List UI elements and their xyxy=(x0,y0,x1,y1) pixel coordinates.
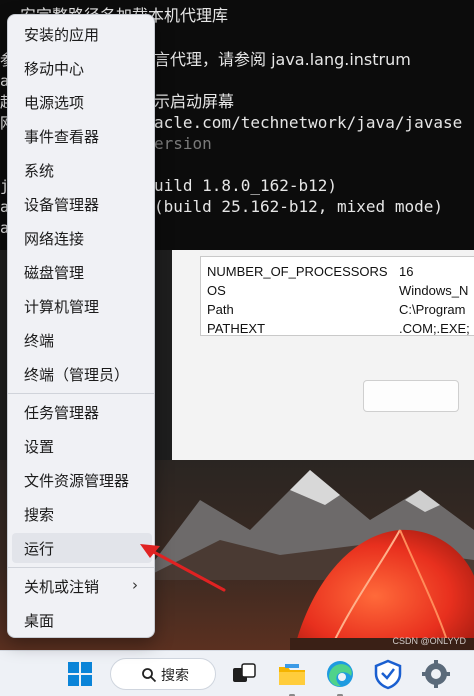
menu-separator xyxy=(8,393,154,394)
winx-context-menu: 安装的应用 移动中心 电源选项 事件查看器 系统 设备管理器 网络连接 磁盘管理… xyxy=(7,14,155,638)
menu-item-label: 桌面 xyxy=(24,612,55,630)
menu-item-task-manager[interactable]: 任务管理器 xyxy=(12,397,152,427)
terminal-line: (build 25.162-b12, mixed mode) xyxy=(154,197,443,216)
csdn-watermark: CSDN @ONLYYD xyxy=(392,636,466,646)
task-view-icon[interactable] xyxy=(228,658,260,690)
menu-item-label: 磁盘管理 xyxy=(24,264,85,282)
edge-browser-icon[interactable] xyxy=(324,658,356,690)
menu-item-label: 安装的应用 xyxy=(24,26,100,44)
menu-item-terminal-admin[interactable]: 终端（管理员） xyxy=(12,359,152,389)
windows-start-icon[interactable] xyxy=(64,658,96,690)
taskbar-search-box[interactable]: 搜索 xyxy=(110,658,216,690)
annotation-arrow-icon xyxy=(140,544,226,592)
desktop-screen: 安完整路径名加载本机代理库 言代理，请参阅 java.lang.instrum … xyxy=(0,0,474,696)
variable-name: Path xyxy=(207,302,234,317)
menu-item-search[interactable]: 搜索 xyxy=(12,499,152,529)
menu-separator xyxy=(8,567,154,568)
taskbar: 搜索 xyxy=(0,650,474,696)
menu-item-label: 电源选项 xyxy=(24,94,85,112)
menu-item-label: 计算机管理 xyxy=(24,298,100,316)
terminal-line: acle.com/technetwork/java/javase xyxy=(154,113,463,132)
menu-item-label: 设备管理器 xyxy=(24,196,100,214)
terminal-line: ersion xyxy=(154,134,212,153)
tent-image xyxy=(290,529,474,650)
dialog-button[interactable] xyxy=(363,380,459,412)
menu-item-run[interactable]: 运行 xyxy=(12,533,152,563)
variable-value: C:\Program xyxy=(399,302,466,317)
menu-item-label: 移动中心 xyxy=(24,60,85,78)
menu-item-terminal[interactable]: 终端 xyxy=(12,325,152,355)
menu-item-label: 关机或注销 xyxy=(24,578,100,596)
menu-item-mobility-center[interactable]: 移动中心 xyxy=(12,53,152,83)
variable-value: Windows_N xyxy=(399,283,469,298)
menu-item-label: 网络连接 xyxy=(24,230,85,248)
variable-value: 16 xyxy=(399,264,414,279)
environment-variables-window: NUMBER_OF_PROCESSORS 16 OS Windows_N Pat… xyxy=(172,250,474,460)
menu-item-network-connections[interactable]: 网络连接 xyxy=(12,223,152,253)
menu-item-event-viewer[interactable]: 事件查看器 xyxy=(12,121,152,151)
menu-item-disk-management[interactable]: 磁盘管理 xyxy=(12,257,152,287)
file-explorer-icon[interactable] xyxy=(276,658,308,690)
terminal-line: 言代理，请参阅 java.lang.instrum xyxy=(154,50,411,69)
security-shield-icon[interactable] xyxy=(372,658,404,690)
menu-item-desktop[interactable]: 桌面 xyxy=(12,605,152,635)
menu-item-power-options[interactable]: 电源选项 xyxy=(12,87,152,117)
menu-item-label: 文件资源管理器 xyxy=(24,472,130,490)
table-row[interactable]: OS Windows_N xyxy=(201,282,474,301)
system-variables-table[interactable]: NUMBER_OF_PROCESSORS 16 OS Windows_N Pat… xyxy=(200,256,474,336)
menu-item-label: 运行 xyxy=(24,540,55,558)
menu-item-system[interactable]: 系统 xyxy=(12,155,152,185)
variable-name: NUMBER_OF_PROCESSORS xyxy=(207,264,388,279)
menu-item-label: 系统 xyxy=(24,162,55,180)
menu-item-label: 搜索 xyxy=(24,506,55,524)
table-row[interactable]: Path C:\Program xyxy=(201,301,474,320)
menu-item-shutdown-signout[interactable]: 关机或注销 › xyxy=(12,571,152,601)
menu-item-label: 终端 xyxy=(24,332,55,350)
variable-value: .COM;.EXE; xyxy=(399,321,470,336)
menu-item-computer-management[interactable]: 计算机管理 xyxy=(12,291,152,321)
menu-item-label: 任务管理器 xyxy=(24,404,100,422)
search-icon xyxy=(142,668,157,683)
table-row[interactable]: PATHEXT .COM;.EXE; xyxy=(201,320,474,336)
menu-item-installed-apps[interactable]: 安装的应用 xyxy=(12,19,152,49)
variable-name: PATHEXT xyxy=(207,321,266,336)
table-row[interactable]: NUMBER_OF_PROCESSORS 16 xyxy=(201,263,474,282)
menu-item-file-explorer[interactable]: 文件资源管理器 xyxy=(12,465,152,495)
terminal-line: uild 1.8.0_162-b12) xyxy=(154,176,338,195)
search-label: 搜索 xyxy=(161,668,189,684)
menu-item-device-manager[interactable]: 设备管理器 xyxy=(12,189,152,219)
menu-item-label: 终端（管理员） xyxy=(24,366,130,384)
variable-name: OS xyxy=(207,283,226,298)
settings-gear-icon[interactable] xyxy=(420,658,452,690)
menu-item-label: 设置 xyxy=(24,438,55,456)
terminal-line: 示启动屏幕 xyxy=(154,92,235,111)
menu-item-settings[interactable]: 设置 xyxy=(12,431,152,461)
menu-item-label: 事件查看器 xyxy=(24,128,100,146)
